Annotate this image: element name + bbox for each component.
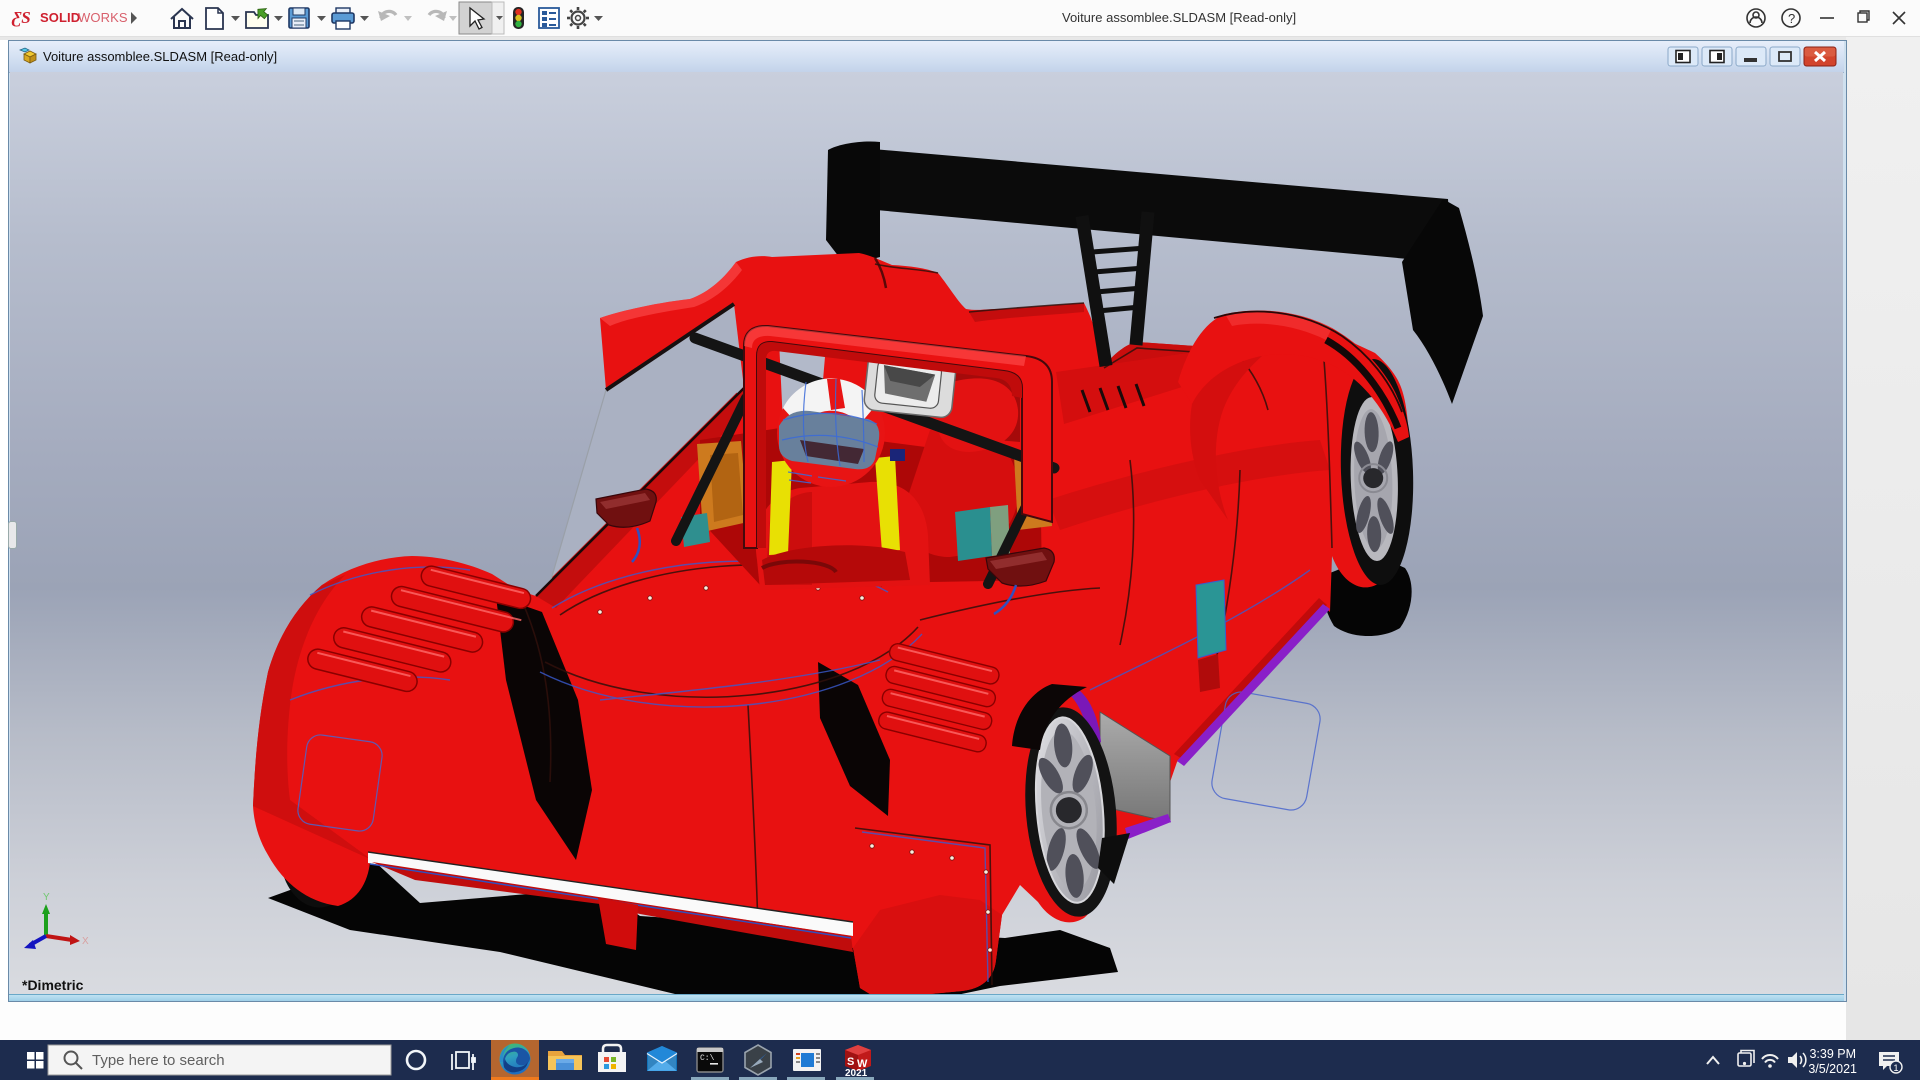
svg-text:ƸS: ƸS — [11, 8, 31, 27]
svg-text:X: X — [82, 936, 89, 947]
svg-text:3:39 PM: 3:39 PM — [1809, 1047, 1856, 1061]
svg-text:?: ? — [1788, 11, 1795, 26]
svg-text:Y: Y — [43, 892, 50, 903]
svg-text:3/5/2021: 3/5/2021 — [1808, 1062, 1857, 1076]
svg-text:1: 1 — [1893, 1063, 1898, 1073]
svg-text:C:\: C:\ — [700, 1054, 715, 1063]
svg-text:*Dimetric: *Dimetric — [22, 977, 84, 993]
svg-text:S: S — [847, 1056, 854, 1068]
svg-text:SOLID: SOLID — [40, 10, 80, 25]
svg-text:Type here to search: Type here to search — [92, 1052, 225, 1069]
svg-text:WORKS: WORKS — [78, 10, 128, 25]
